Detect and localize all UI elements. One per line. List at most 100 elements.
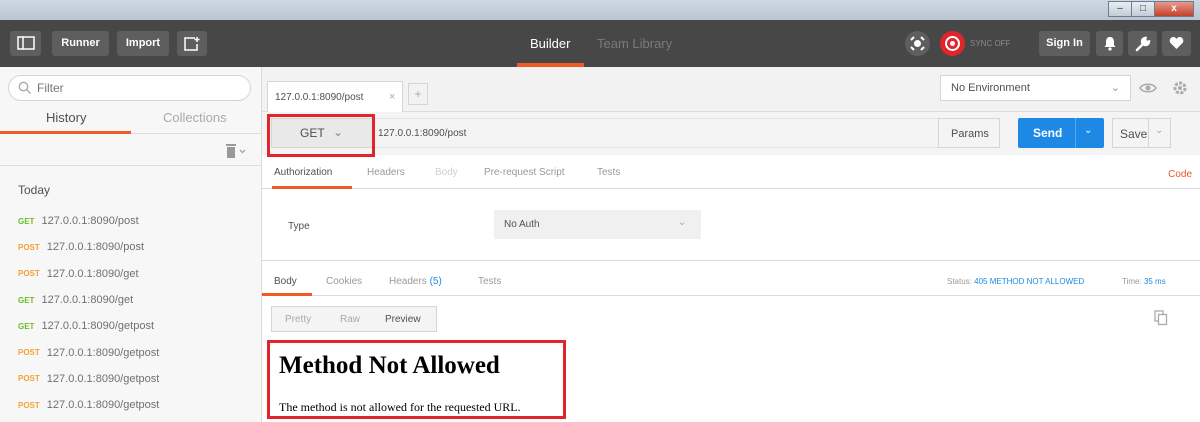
params-button[interactable]: Params <box>938 118 1000 148</box>
new-window-icon <box>184 37 200 51</box>
settings-button[interactable] <box>1128 31 1157 56</box>
tab-authorization[interactable]: Authorization <box>274 167 332 178</box>
preview-text: The method is not allowed for the reques… <box>279 400 521 414</box>
url-input[interactable]: 127.0.0.1:8090/post <box>373 118 938 148</box>
sync-status: SYNC OFF <box>970 39 1011 48</box>
status-label: Status: <box>947 277 972 286</box>
tab-pre-request-script[interactable]: Pre-request Script <box>484 167 565 178</box>
response-time: Time: 35 ms <box>1122 277 1166 286</box>
headers-tab-label: Headers <box>389 276 427 287</box>
tab-headers[interactable]: Headers <box>367 167 405 178</box>
toggle-sidebar-button[interactable] <box>10 31 41 56</box>
request-tab[interactable]: 127.0.0.1:8090/post × <box>267 81 403 112</box>
method-badge: GET <box>18 216 35 226</box>
tab-builder[interactable]: Builder <box>530 36 570 51</box>
eye-icon <box>1139 83 1157 93</box>
quick-look-button[interactable] <box>1135 75 1161 101</box>
request-builder: 127.0.0.1:8090/post × + No Environment ⌄… <box>262 67 1200 422</box>
save-divider <box>1148 119 1149 147</box>
copy-response-button[interactable] <box>1154 310 1168 329</box>
close-window-button[interactable]: x <box>1154 1 1194 17</box>
window-titlebar: – □ x <box>0 0 1200 20</box>
history-toolbar <box>0 134 261 166</box>
satellite-icon <box>910 36 925 51</box>
request-tab-strip: 127.0.0.1:8090/post × + No Environment ⌄ <box>262 67 1200 112</box>
maximize-button[interactable]: □ <box>1131 1 1155 17</box>
authorization-panel: Type No Auth ⌄ <box>262 189 1200 260</box>
url-bar: GET ⌄ 127.0.0.1:8090/post Params Send ⌄ … <box>262 112 1200 155</box>
request-subtabs: Authorization Headers Body Pre-request S… <box>262 155 1200 189</box>
history-item[interactable]: POST 127.0.0.1:8090/get <box>18 261 159 287</box>
chevron-down-icon: ⌄ <box>678 217 687 228</box>
method-badge: GET <box>18 321 35 331</box>
chevron-down-icon[interactable]: ⌄ <box>1155 125 1163 136</box>
history-item[interactable]: POST 127.0.0.1:8090/getpost <box>18 339 159 365</box>
favorites-button[interactable] <box>1162 31 1191 56</box>
method-badge: GET <box>18 295 35 305</box>
history-url: 127.0.0.1:8090/getpost <box>46 372 160 385</box>
history-item[interactable]: GET 127.0.0.1:8090/post <box>18 208 159 234</box>
tab-tests[interactable]: Tests <box>597 167 620 178</box>
environment-value: No Environment <box>951 82 1030 94</box>
sidebar-tab-collections[interactable]: Collections <box>163 110 227 125</box>
history-item[interactable]: GET 127.0.0.1:8090/getpost <box>18 313 159 339</box>
interceptor-button[interactable] <box>905 31 930 56</box>
history-item[interactable]: POST 127.0.0.1:8090/getpost <box>18 392 159 418</box>
view-pretty-button[interactable]: Pretty <box>285 314 311 325</box>
response-tab-body[interactable]: Body <box>274 276 297 287</box>
chevron-down-icon[interactable]: ⌄ <box>1084 125 1092 136</box>
minimize-button[interactable]: – <box>1108 1 1132 17</box>
response-tab-headers[interactable]: Headers (5) <box>389 276 442 287</box>
sidebar-tab-history[interactable]: History <box>46 110 86 125</box>
method-highlight-box <box>267 114 375 157</box>
tab-body[interactable]: Body <box>435 167 458 178</box>
status-value: 405 METHOD NOT ALLOWED <box>974 277 1085 286</box>
response-status: Status: 405 METHOD NOT ALLOWED <box>947 277 1084 286</box>
new-tab-button[interactable]: + <box>408 83 428 105</box>
notifications-button[interactable] <box>1096 31 1123 56</box>
time-label: Time: <box>1122 277 1142 286</box>
method-badge: POST <box>18 374 40 384</box>
filter-box[interactable] <box>8 75 251 101</box>
save-label: Save <box>1120 127 1148 141</box>
time-value: 35 ms <box>1143 277 1166 286</box>
response-tab-cookies[interactable]: Cookies <box>326 276 362 287</box>
wrench-icon <box>1135 36 1150 52</box>
history-item[interactable]: GET 127.0.0.1:8090/get <box>18 287 159 313</box>
sidebar: History Collections Today GET 127.0.0.1:8… <box>0 67 262 422</box>
runner-button[interactable]: Runner <box>52 31 109 56</box>
method-badge: POST <box>18 348 40 358</box>
manage-environments-button[interactable] <box>1167 75 1193 101</box>
history-item[interactable]: POST 127.0.0.1:8090/getpost <box>18 366 159 392</box>
history-url: 127.0.0.1:8090/getpost <box>41 320 154 333</box>
sync-icon <box>945 36 960 51</box>
send-button[interactable]: Send ⌄ <box>1018 118 1104 148</box>
app-header: Runner Import Builder Team Library SYNC … <box>0 20 1200 67</box>
method-badge: POST <box>18 269 40 279</box>
save-button[interactable]: Save ⌄ <box>1112 118 1171 148</box>
bell-icon <box>1104 37 1115 51</box>
new-window-button[interactable] <box>177 31 207 56</box>
sign-in-button[interactable]: Sign In <box>1039 31 1090 56</box>
method-badge: POST <box>18 242 40 252</box>
environment-select[interactable]: No Environment ⌄ <box>940 75 1131 101</box>
generate-code-link[interactable]: Code <box>1168 169 1192 180</box>
history-item[interactable]: POST 127.0.0.1:8090/post <box>18 234 159 260</box>
auth-type-select[interactable]: No Auth ⌄ <box>494 210 701 239</box>
response-tab-tests[interactable]: Tests <box>478 276 501 287</box>
view-raw-button[interactable]: Raw <box>340 314 360 325</box>
auth-type-label: Type <box>288 221 310 232</box>
clear-history-button[interactable] <box>224 143 248 159</box>
sync-button[interactable] <box>940 31 965 56</box>
response-view-switcher: Pretty Raw Preview <box>271 306 437 332</box>
view-preview-button[interactable]: Preview <box>385 314 421 325</box>
history-url: 127.0.0.1:8090/post <box>46 241 145 254</box>
close-tab-icon[interactable]: × <box>389 91 395 103</box>
tab-team-library[interactable]: Team Library <box>597 36 672 51</box>
filter-input[interactable] <box>37 81 237 95</box>
import-button[interactable]: Import <box>117 31 169 56</box>
history-url: 127.0.0.1:8090/get <box>41 294 134 307</box>
history-url: 127.0.0.1:8090/get <box>46 267 139 280</box>
method-badge: POST <box>18 400 40 410</box>
chevron-down-icon: ⌄ <box>1110 82 1120 94</box>
